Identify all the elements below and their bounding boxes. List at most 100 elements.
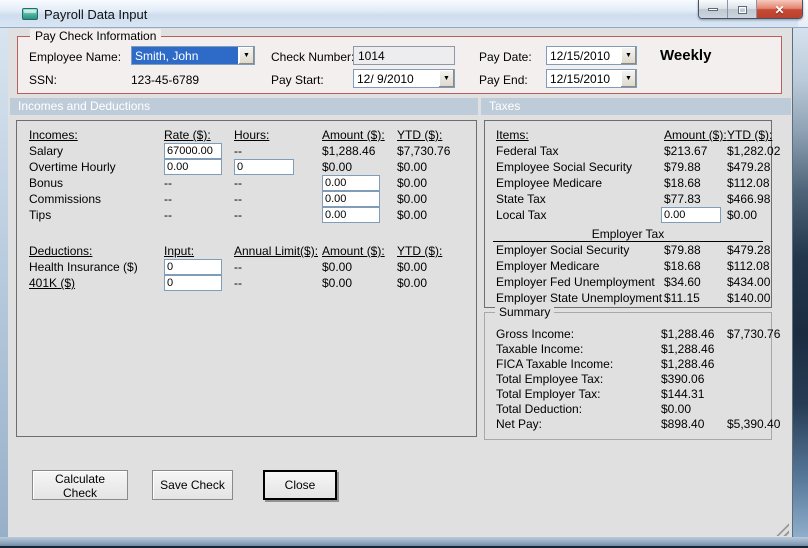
tax-ytd: $434.00	[727, 275, 771, 289]
deduction-ytd: $0.00	[397, 276, 428, 290]
pay-frequency-label: Weekly	[660, 47, 712, 64]
annual-limit-col-header: Annual Limit($):	[234, 244, 319, 258]
income-amount: $0.00	[322, 160, 353, 174]
overtime-rate-input[interactable]	[164, 159, 222, 175]
overtime-hours-input[interactable]	[234, 159, 294, 175]
window-title: Payroll Data Input	[44, 7, 148, 22]
window-frame-bottom	[0, 537, 808, 548]
summary-row-taxable: Taxable Income: $1,288.46	[485, 341, 771, 356]
income-hours: --	[234, 192, 242, 206]
bonus-amount-input[interactable]	[322, 175, 380, 191]
employee-name-combobox[interactable]: Smith, John ▼	[131, 46, 255, 65]
summary-label: Total Deduction:	[496, 401, 583, 416]
close-window-button[interactable]: ✕	[757, 0, 802, 18]
income-label: Commissions	[29, 192, 102, 206]
calculate-check-button[interactable]: Calculate Check	[32, 470, 128, 500]
title-bar[interactable]: Payroll Data Input ✕	[0, 0, 808, 28]
chevron-down-icon[interactable]: ▼	[620, 70, 636, 87]
summary-amount: $1,288.46	[661, 356, 715, 371]
close-button[interactable]: Close	[263, 470, 337, 500]
minimize-button[interactable]	[699, 0, 728, 18]
tax-ytd: $466.98	[727, 192, 771, 206]
summary-legend: Summary	[495, 305, 555, 319]
summary-row-employee-tax: Total Employee Tax: $390.06	[485, 371, 771, 386]
tax-row-er-medicare: Employer Medicare $18.68 $112.08	[485, 258, 771, 274]
dialog-client-area: Pay Check Information Employee Name: Smi…	[8, 28, 792, 537]
summary-amount: $0.00	[661, 401, 692, 416]
tax-label: Employer State Unemployment	[496, 291, 663, 305]
health-insurance-input[interactable]	[164, 259, 222, 275]
check-number-field[interactable]: 1014	[353, 46, 455, 65]
local-tax-input[interactable]	[661, 207, 721, 223]
check-number-label: Check Number:	[271, 50, 355, 64]
incomes-col-header: Incomes:	[29, 128, 78, 142]
salary-rate-input[interactable]	[164, 143, 222, 159]
close-icon: ✕	[774, 2, 785, 17]
tax-ytd: $0.00	[727, 208, 758, 222]
tax-amount: $18.68	[664, 259, 701, 273]
maximize-icon	[737, 5, 747, 14]
summary-row-fica: FICA Taxable Income: $1,288.46	[485, 356, 771, 371]
deduction-row-401k: 401K ($) -- $0.00 $0.00	[17, 275, 476, 291]
tips-amount-input[interactable]	[322, 207, 380, 223]
summary-group: Summary Gross Income: $1,288.46 $7,730.7…	[484, 305, 780, 440]
income-label: Bonus	[29, 176, 64, 190]
employer-tax-header: Employer Tax	[493, 227, 763, 242]
taxes-panel: Items: Amount ($): YTD ($): Federal Tax …	[484, 120, 780, 308]
amount-col-header: Amount ($):	[322, 244, 385, 258]
incomes-section-header: Incomes and Deductions	[10, 98, 478, 115]
summary-amount: $1,288.46	[661, 326, 715, 341]
hours-col-header: Hours:	[234, 128, 270, 142]
amount-col-header: Amount ($):	[322, 128, 385, 142]
tax-row-er-fed-unemp: Employer Fed Unemployment $34.60 $434.00	[485, 274, 771, 290]
income-row-bonus: Bonus -- -- $0.00	[17, 175, 476, 191]
tax-row-federal: Federal Tax $213.67 $1,282.02	[485, 143, 780, 159]
summary-label: Net Pay:	[496, 416, 543, 431]
income-label: Overtime Hourly	[29, 160, 116, 174]
income-ytd: $7,730.76	[397, 144, 451, 158]
income-hours: --	[234, 208, 242, 222]
tax-ytd: $140.00	[727, 291, 771, 305]
deduction-amount: $0.00	[322, 276, 353, 290]
summary-ytd: $7,730.76	[727, 326, 781, 341]
summary-row-employer-tax: Total Employer Tax: $144.31	[485, 386, 771, 401]
window-frame-left	[0, 28, 8, 537]
tax-ytd: $479.28	[727, 160, 771, 174]
income-row-overtime: Overtime Hourly $0.00 $0.00	[17, 159, 476, 175]
chevron-down-icon[interactable]: ▼	[238, 47, 254, 64]
pay-start-picker[interactable]: 12/ 9/2010 ▼	[353, 69, 455, 88]
ssn-value: 123-45-6789	[131, 73, 200, 87]
tax-ytd: $112.08	[727, 176, 770, 190]
save-check-button[interactable]: Save Check	[152, 470, 233, 500]
summary-label: FICA Taxable Income:	[496, 356, 614, 371]
paycheck-group-legend: Pay Check Information	[30, 29, 162, 43]
deductions-col-header: Deductions:	[29, 244, 93, 258]
commissions-amount-input[interactable]	[322, 191, 380, 207]
401k-input[interactable]	[164, 275, 222, 291]
summary-amount: $144.31	[661, 386, 705, 401]
minimize-icon	[708, 8, 718, 11]
summary-amount: $1,288.46	[661, 341, 715, 356]
resize-grip[interactable]	[775, 523, 789, 536]
401k-link[interactable]: 401K ($)	[29, 276, 164, 290]
chevron-down-icon[interactable]: ▼	[438, 70, 454, 87]
pay-end-picker[interactable]: 12/15/2010 ▼	[546, 69, 637, 88]
income-rate: --	[164, 192, 172, 206]
tax-row-state: State Tax $77.83 $466.98	[485, 191, 771, 207]
tax-label: Employer Medicare	[496, 259, 600, 273]
summary-label: Gross Income:	[496, 326, 575, 341]
tax-label: Employee Medicare	[496, 176, 603, 190]
tax-label: State Tax	[496, 192, 546, 206]
chevron-down-icon[interactable]: ▼	[620, 47, 636, 64]
deduction-amount: $0.00	[322, 260, 353, 274]
income-row-salary: Salary -- $1,288.46 $7,730.76	[17, 143, 476, 159]
taxes-section-header: Taxes	[481, 98, 791, 115]
tax-row-emp-medicare: Employee Medicare $18.68 $112.08	[485, 175, 771, 191]
amount-col-header: Amount ($):	[664, 128, 727, 142]
deduction-ytd: $0.00	[397, 260, 428, 274]
tax-ytd: $1,282.02	[727, 144, 781, 158]
input-col-header: Input:	[164, 244, 195, 258]
pay-date-picker[interactable]: 12/15/2010 ▼	[546, 46, 637, 65]
maximize-button[interactable]	[728, 0, 757, 18]
